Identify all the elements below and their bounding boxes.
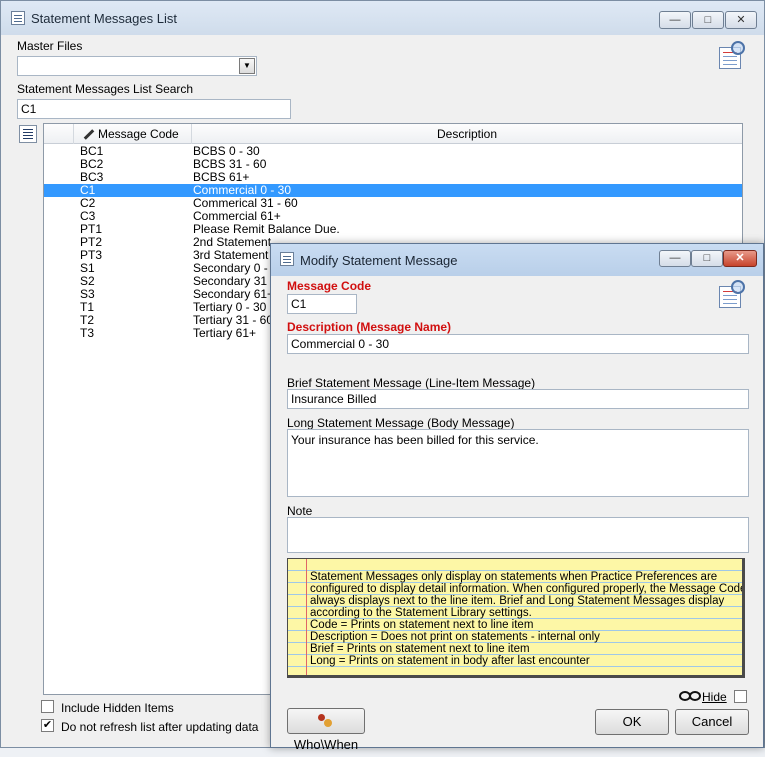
column-header-message-code[interactable]: Message Code	[74, 124, 192, 144]
note-textarea[interactable]	[287, 517, 749, 553]
brief-message-label: Brief Statement Message (Line-Item Messa…	[287, 376, 536, 390]
table-row[interactable]: BC3 BCBS 61+	[44, 171, 742, 184]
cancel-button[interactable]: Cancel	[675, 709, 749, 735]
search-label: Statement Messages List Search	[17, 82, 194, 96]
table-row[interactable]: PT1 Please Remit Balance Due.	[44, 223, 742, 236]
info-line: always displays next to the line item. B…	[310, 595, 725, 607]
minimize-button[interactable]: —	[659, 11, 691, 29]
dialog-report-preview-icon[interactable]	[717, 280, 749, 310]
no-refresh-checkbox[interactable]: ✔	[41, 719, 54, 732]
note-label: Note	[287, 504, 313, 518]
message-code-cell: T3	[80, 326, 95, 340]
master-files-dropdown[interactable]: ▼	[17, 56, 257, 76]
dialog-restore-button[interactable]: □	[691, 250, 723, 267]
info-line: Description = Does not print on statemen…	[310, 631, 600, 643]
message-code-field[interactable]: C1	[287, 294, 357, 314]
close-button[interactable]: ✕	[725, 11, 757, 29]
no-refresh-label: Do not refresh list after updating data	[61, 720, 259, 734]
hide-label: Hide	[702, 690, 727, 704]
column-chooser-icon[interactable]	[19, 125, 37, 143]
ok-button[interactable]: OK	[595, 709, 669, 735]
dialog-close-button[interactable]: ✕	[723, 250, 757, 267]
grid-header-indicator	[44, 124, 74, 144]
info-line: Statement Messages only display on state…	[310, 571, 718, 583]
info-line: configured to display detail information…	[310, 583, 745, 595]
hide-checkbox[interactable]	[734, 690, 747, 703]
statement-info-note: Statement Messages only display on state…	[287, 558, 745, 678]
brief-message-field[interactable]: Insurance Billed	[287, 389, 749, 409]
column-header-description[interactable]: Description	[192, 124, 742, 144]
dialog-title-bar[interactable]: Modify Statement Message — □ ✕	[271, 244, 763, 276]
description-label: Description (Message Name)	[287, 320, 452, 334]
restore-button[interactable]: □	[692, 11, 724, 29]
table-row[interactable]: C3 Commercial 61+	[44, 210, 742, 223]
search-input-value: C1	[21, 102, 37, 116]
info-line: according to the Statement Library setti…	[310, 607, 532, 619]
description-field[interactable]: Commercial 0 - 30	[287, 334, 749, 354]
info-line: Long = Prints on statement in body after…	[310, 655, 590, 667]
grid-header: Message Code Description	[44, 124, 742, 144]
table-row[interactable]: C2 Commerical 31 - 60	[44, 197, 742, 210]
glasses-icon	[677, 688, 701, 702]
main-title-bar[interactable]: Statement Messages List — □ ✕	[1, 1, 764, 35]
modify-statement-message-dialog: Modify Statement Message — □ ✕ Message C…	[270, 243, 764, 752]
dialog-minimize-button[interactable]: —	[659, 250, 691, 267]
table-row[interactable]: BC1 BCBS 0 - 30	[44, 145, 742, 158]
main-window-title: Statement Messages List	[31, 11, 177, 26]
pencil-icon	[82, 128, 94, 140]
long-message-label: Long Statement Message (Body Message)	[287, 416, 515, 430]
users-icon	[317, 714, 332, 728]
report-preview-icon[interactable]	[717, 41, 749, 71]
search-input[interactable]: C1	[17, 99, 291, 119]
app-icon	[11, 11, 25, 25]
long-message-textarea[interactable]: Your insurance has been billed for this …	[287, 429, 749, 497]
dialog-title: Modify Statement Message	[300, 253, 458, 268]
info-line: Brief = Prints on statement next to line…	[310, 643, 530, 655]
info-line: Code = Prints on statement next to line …	[310, 619, 534, 631]
who-when-button[interactable]: Who\When	[287, 708, 365, 752]
dialog-app-icon	[280, 252, 294, 266]
message-code-label: Message Code	[287, 279, 372, 293]
include-hidden-label: Include Hidden Items	[61, 701, 174, 715]
master-files-label: Master Files	[17, 39, 83, 53]
include-hidden-checkbox[interactable]	[41, 700, 54, 713]
table-row[interactable]: BC2 BCBS 31 - 60	[44, 158, 742, 171]
chevron-down-icon[interactable]: ▼	[239, 58, 255, 74]
description-cell: Tertiary 61+	[193, 326, 257, 340]
table-row[interactable]: C1 Commercial 0 - 30	[44, 184, 742, 197]
